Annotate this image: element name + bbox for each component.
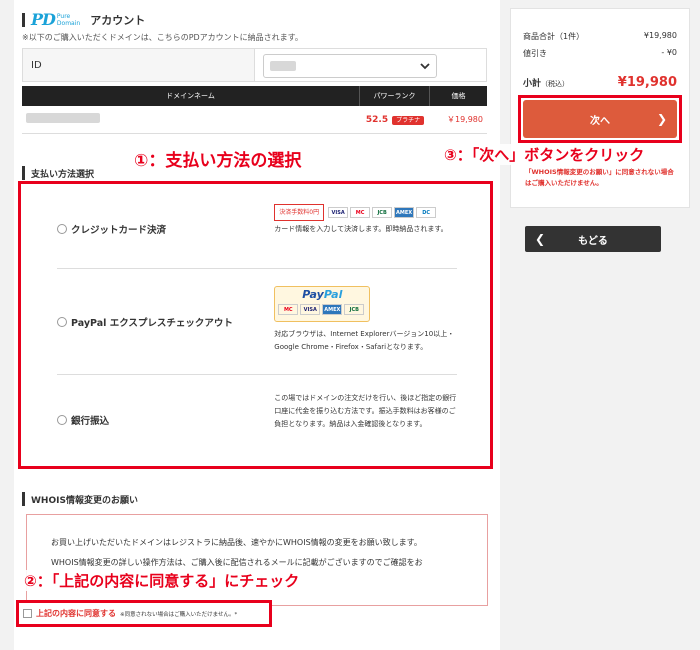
annotation-step1: ①：支払い方法の選択 — [134, 151, 302, 171]
domain-price: ￥19,980 — [447, 115, 483, 124]
whois-agree-warning: 「WHOIS情報変更のお願い」に同意されない場合はご購入いただけません。 — [525, 168, 674, 187]
chevron-right-icon: ❯ — [656, 112, 667, 126]
payment-option-credit[interactable]: クレジットカード決済 決済手数料0円 VISA MC JCB AMEX DC カード情報を… — [57, 204, 457, 254]
mastercard-icon: MC — [350, 207, 371, 218]
visa-icon: VISA — [328, 207, 349, 218]
domain-table-header: ドメインネーム パワーランク 価格 — [22, 86, 487, 106]
annotation-step2: ②：「上記の内容に同意する」にチェック — [22, 570, 302, 591]
next-button-frame: 次へ ❯ — [518, 95, 682, 143]
account-title: アカウント — [90, 13, 146, 27]
payment-section-header: 支払い方法選択 — [22, 166, 94, 180]
agree-checkbox[interactable] — [23, 609, 32, 618]
bank-description: この場ではドメインの注文だけを行い、後ほど指定の銀行口座に代金を振り込む方法です… — [274, 394, 457, 428]
paypal-radio[interactable] — [57, 317, 67, 327]
whois-section-header: WHOIS情報変更のお願い — [22, 492, 138, 506]
fee-badge: 決済手数料0円 — [274, 204, 325, 221]
power-rank: 52.5 — [365, 114, 389, 125]
chevron-down-icon — [420, 63, 430, 70]
amex-icon: AMEX — [322, 303, 343, 315]
amex-icon: AMEX — [394, 207, 415, 218]
items-total-row: 商品合計（1件） ¥19,980 — [523, 31, 677, 41]
domain-table: ドメインネーム パワーランク 価格 52.5 プラチナ ￥19,980 — [22, 86, 487, 134]
payment-option-paypal[interactable]: PayPal エクスプレスチェックアウト PayPal MC VISA AMEX JC… — [57, 286, 457, 358]
domain-name-blurred — [26, 113, 100, 123]
payment-option-bank[interactable]: 銀行振込 この場ではドメインの注文だけを行い、後ほど指定の銀行口座に代金を振り込… — [57, 392, 457, 448]
divider — [57, 268, 457, 269]
payment-method-box: クレジットカード決済 決済手数料0円 VISA MC JCB AMEX DC カード情報を… — [18, 181, 493, 469]
table-row: 52.5 プラチナ ￥19,980 — [22, 106, 487, 134]
paypal-logo: PayPal MC VISA AMEX JCB — [274, 286, 371, 322]
mastercard-icon: MC — [278, 303, 299, 315]
subtotal-row: 小計（税込） ¥19,980 — [523, 75, 677, 90]
id-row: ID — [22, 48, 487, 82]
jcb-icon: JCB — [344, 303, 365, 315]
order-summary: 商品合計（1件） ¥19,980 値引き - ¥0 小計（税込） ¥19,980… — [510, 8, 690, 208]
annotation-step3: ③：「次へ」ボタンをクリック — [442, 144, 647, 165]
agree-checkbox-row[interactable]: 上記の内容に同意する ※同意されない場合はご購入いただけません。* — [16, 600, 272, 627]
agree-label[interactable]: 上記の内容に同意する — [36, 608, 116, 619]
chevron-left-icon: ❮ — [535, 232, 546, 246]
whois-notice-box: お買い上げいただいたドメインはレジストラに納品後、速やかにWHOIS情報の変更を… — [26, 514, 488, 606]
bank-radio[interactable] — [57, 415, 67, 425]
divider — [57, 374, 457, 375]
next-button[interactable]: 次へ ❯ — [523, 100, 677, 138]
diners-icon: DC — [416, 207, 437, 218]
paypal-description: 対応ブラウザは、Internet Explorerバージョン10以上・Googl… — [274, 330, 455, 351]
jcb-icon: JCB — [372, 207, 393, 218]
pure-domain-logo: PD Pure Domain — [31, 10, 81, 29]
id-select[interactable] — [263, 54, 437, 78]
credit-description: カード情報を入力して決済します。即時納品されます。 — [274, 225, 448, 233]
account-header: PD Pure Domain アカウント — [22, 10, 145, 29]
id-label: ID — [23, 49, 255, 81]
id-value-blurred — [270, 61, 296, 71]
rank-badge: プラチナ — [392, 115, 425, 125]
discount-row: 値引き - ¥0 — [523, 48, 677, 58]
account-note: ※以下のご購入いただくドメインは、こちらのPDアカウントに納品されます。 — [22, 33, 303, 42]
agree-note: ※同意されない場合はご購入いただけません。* — [120, 611, 238, 618]
visa-icon: VISA — [300, 303, 321, 315]
subtotal-value: ¥19,980 — [617, 75, 677, 90]
back-button[interactable]: ❮ もどる — [525, 226, 661, 252]
credit-radio[interactable] — [57, 224, 67, 234]
